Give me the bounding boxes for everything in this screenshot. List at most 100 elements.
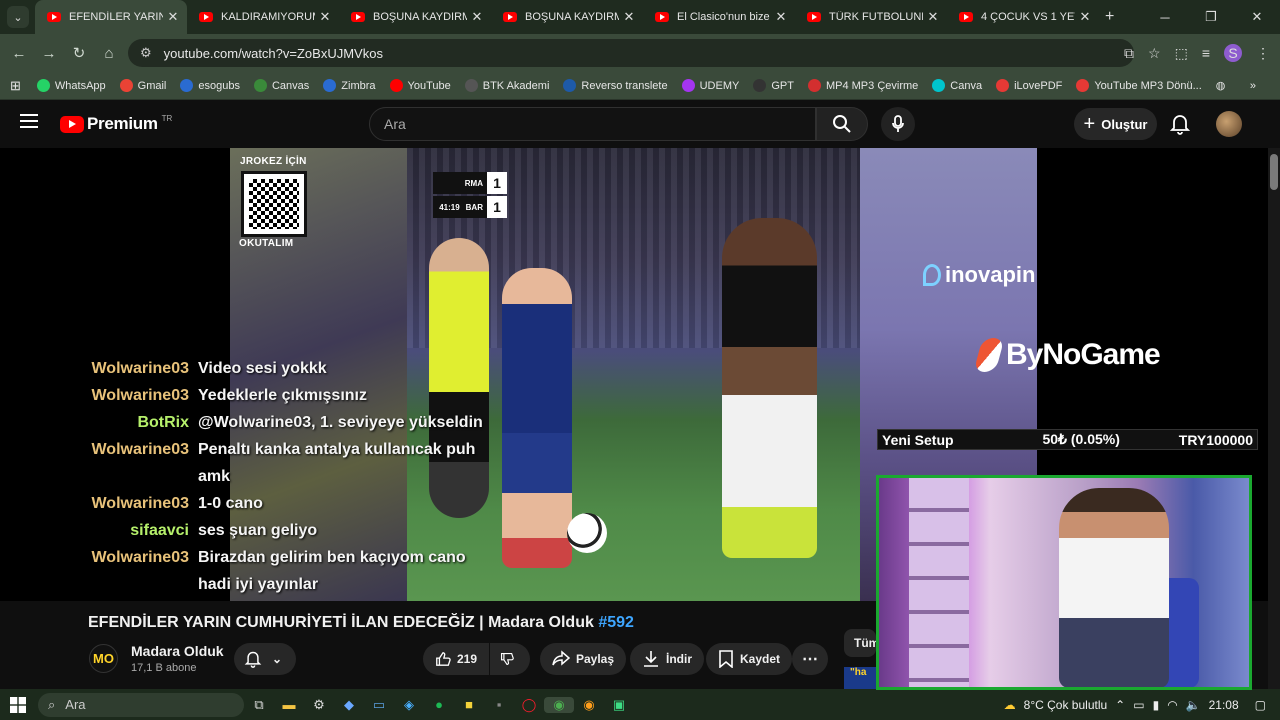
- close-tab-icon[interactable]: ✕: [771, 9, 791, 25]
- like-button[interactable]: 219: [423, 643, 489, 675]
- taskbar-search[interactable]: ⌕ Ara: [38, 692, 244, 717]
- filter-chip-all[interactable]: Tüm: [844, 629, 876, 657]
- bookmark-item[interactable]: GPT: [753, 79, 794, 92]
- close-tab-icon[interactable]: ✕: [467, 9, 487, 25]
- donation-label: Yeni Setup: [882, 431, 954, 448]
- taskbar-search-text: Ara: [65, 697, 86, 712]
- file-explorer-icon[interactable]: ▬: [274, 697, 304, 712]
- video-hashtag[interactable]: #592: [598, 614, 634, 631]
- browser-tab[interactable]: TÜRK FUTBOLUNDA✕: [795, 0, 947, 34]
- bookmark-item[interactable]: Canvas: [253, 79, 309, 92]
- task-view-icon[interactable]: ⧉: [244, 697, 274, 713]
- bookmark-label: Reverso translete: [581, 79, 668, 92]
- url-text: youtube.com/watch?v=ZoBxUJMVkos: [163, 45, 383, 61]
- wifi-icon[interactable]: ◠: [1167, 698, 1177, 712]
- app-icon-3[interactable]: ◈: [394, 697, 424, 713]
- search-input[interactable]: Ara: [369, 107, 816, 141]
- tab-search-icon[interactable]: ⌄: [7, 6, 29, 28]
- media-icon[interactable]: ≡: [1202, 45, 1210, 61]
- close-tab-icon[interactable]: ✕: [1075, 9, 1095, 25]
- notification-center-icon[interactable]: ▢: [1255, 698, 1266, 712]
- more-bookmarks-icon[interactable]: »: [1250, 80, 1256, 92]
- profile-avatar[interactable]: S: [1224, 44, 1242, 62]
- bookmark-item[interactable]: YouTube MP3 Dönü...: [1076, 79, 1202, 92]
- tray-chevron-icon[interactable]: ⌃: [1115, 698, 1125, 712]
- battery-icon[interactable]: ▮: [1153, 698, 1160, 712]
- channel-name[interactable]: Madara Olduk: [131, 643, 224, 659]
- app-icon-5[interactable]: ◉: [574, 697, 604, 713]
- back-icon[interactable]: ←: [4, 45, 34, 62]
- bookmark-item[interactable]: esogubs: [180, 79, 240, 92]
- bookmark-item[interactable]: Canva: [932, 79, 982, 92]
- search-button[interactable]: [816, 107, 868, 141]
- browser-tab[interactable]: El Clasico'nun bize o ✕: [643, 0, 795, 34]
- site-info-icon[interactable]: ⚙: [140, 45, 152, 61]
- chat-message: BotRix @Wolwarine03, 1. seviyeye yükseldi…: [0, 409, 520, 436]
- reload-icon[interactable]: ↻: [64, 44, 94, 62]
- tray-app-icon[interactable]: ▭: [1133, 698, 1144, 712]
- more-actions-button[interactable]: ⋯: [792, 643, 828, 675]
- channel-avatar[interactable]: MO: [89, 644, 118, 673]
- minimize-icon[interactable]: ─: [1142, 10, 1188, 25]
- close-window-icon[interactable]: ✕: [1234, 9, 1280, 25]
- browser-tab[interactable]: 4 ÇOCUK VS 1 YETİŞ✕: [947, 0, 1099, 34]
- bookmark-item[interactable]: Gmail: [119, 79, 166, 92]
- settings-icon[interactable]: ⚙: [304, 697, 334, 713]
- related-video-thumbnail[interactable]: "ha: [844, 667, 876, 689]
- clock[interactable]: 21:08: [1209, 698, 1239, 712]
- bookmark-item[interactable]: YouTube: [389, 79, 451, 92]
- youtube-premium-logo[interactable]: Premium TR: [60, 114, 172, 134]
- spotify-icon[interactable]: ●: [424, 697, 454, 712]
- home-icon[interactable]: ⌂: [94, 45, 124, 62]
- new-tab-button[interactable]: +: [1105, 8, 1114, 26]
- browser-tab[interactable]: KALDIRAMIYORUM |✕: [187, 0, 339, 34]
- close-tab-icon[interactable]: ✕: [923, 9, 943, 25]
- menu-icon[interactable]: ⋮: [1256, 45, 1270, 62]
- scrollbar-thumb[interactable]: [1270, 154, 1278, 190]
- apps-icon[interactable]: ⊞: [10, 78, 21, 94]
- browser-tab[interactable]: BOŞUNA KAYDIRMA✕: [491, 0, 643, 34]
- browser-tab[interactable]: BOŞUNA KAYDIRMA✕: [339, 0, 491, 34]
- notes-app-icon[interactable]: ■: [454, 697, 484, 712]
- close-tab-icon[interactable]: ✕: [619, 9, 639, 25]
- save-button[interactable]: Kaydet: [706, 643, 793, 675]
- bookmark-item[interactable]: Zimbra: [323, 79, 376, 92]
- subscription-bell-button[interactable]: ⌄: [234, 643, 296, 675]
- voice-search-button[interactable]: [881, 107, 915, 141]
- volume-icon[interactable]: 🔈: [1186, 698, 1201, 712]
- app-icon-4[interactable]: ▪: [484, 697, 514, 712]
- qr-code: [241, 171, 307, 237]
- forward-icon[interactable]: →: [34, 45, 64, 62]
- page-scrollbar[interactable]: [1268, 148, 1280, 689]
- browser-tab[interactable]: EFENDİLER YARIN CU✕: [35, 0, 187, 34]
- globe-icon[interactable]: ◍: [1216, 79, 1226, 92]
- close-tab-icon[interactable]: ✕: [163, 9, 183, 25]
- bookmark-item[interactable]: Reverso translete: [563, 79, 668, 92]
- restore-icon[interactable]: ❐: [1188, 9, 1234, 25]
- share-button[interactable]: Paylaş: [540, 643, 627, 675]
- download-button[interactable]: İndir: [630, 643, 704, 675]
- chrome-icon[interactable]: ◉: [544, 696, 574, 713]
- install-app-icon[interactable]: ⧉: [1124, 45, 1134, 62]
- bookmark-item[interactable]: UDEMY: [681, 79, 739, 92]
- extensions-icon[interactable]: ⬚: [1175, 45, 1188, 62]
- opera-icon[interactable]: ◯: [514, 697, 544, 713]
- start-button[interactable]: [0, 696, 36, 713]
- notifications-button[interactable]: [1169, 113, 1191, 140]
- bookmark-favicon-icon: [389, 79, 403, 92]
- hamburger-menu-icon[interactable]: [20, 114, 38, 128]
- url-bar[interactable]: ⚙ youtube.com/watch?v=ZoBxUJMVkos: [128, 39, 1134, 67]
- bookmark-item[interactable]: iLovePDF: [996, 79, 1062, 92]
- weather-text[interactable]: 8°C Çok bulutlu: [1024, 698, 1108, 712]
- account-avatar[interactable]: [1216, 111, 1242, 137]
- bookmark-star-icon[interactable]: ☆: [1148, 45, 1161, 62]
- app-icon-2[interactable]: ▭: [364, 697, 394, 713]
- create-button[interactable]: + Oluştur: [1074, 108, 1157, 140]
- app-icon-6[interactable]: ▣: [604, 697, 634, 713]
- bookmark-item[interactable]: MP4 MP3 Çevirme: [807, 79, 918, 92]
- bookmark-item[interactable]: BTK Akademi: [464, 79, 549, 92]
- app-icon-1[interactable]: ◆: [334, 697, 364, 713]
- close-tab-icon[interactable]: ✕: [315, 9, 335, 25]
- dislike-button[interactable]: [490, 643, 530, 675]
- bookmark-item[interactable]: WhatsApp: [36, 79, 106, 92]
